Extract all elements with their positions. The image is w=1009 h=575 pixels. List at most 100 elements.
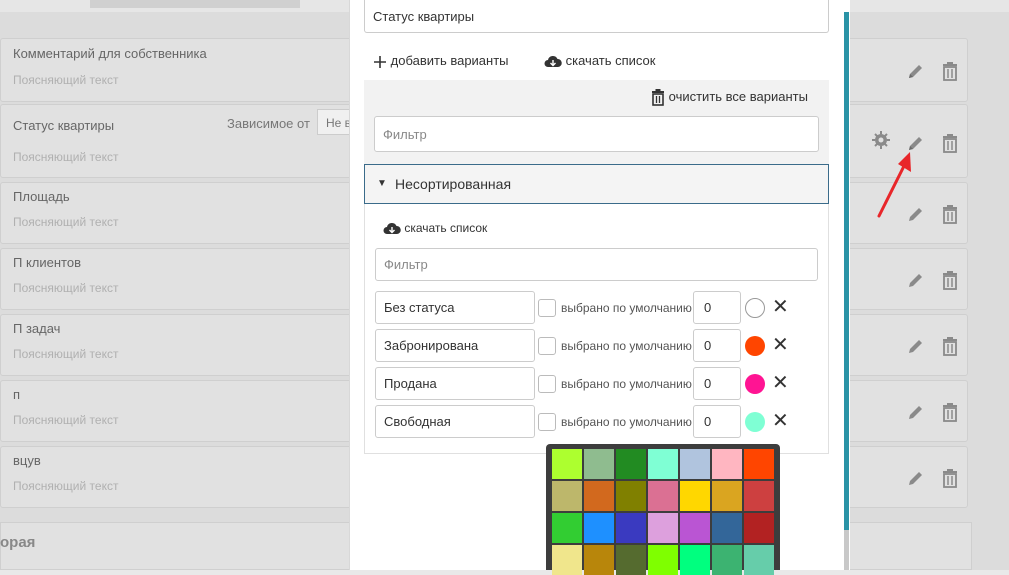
default-checkbox[interactable] xyxy=(538,375,556,393)
color-swatch[interactable] xyxy=(552,449,582,479)
default-checkbox[interactable] xyxy=(538,299,556,317)
add-variants-button[interactable]: добавить варианты xyxy=(373,53,509,69)
trash-icon[interactable] xyxy=(941,61,959,81)
color-swatch[interactable] xyxy=(552,481,582,511)
variants-filter-input[interactable] xyxy=(374,116,819,152)
trash-icon[interactable] xyxy=(941,133,959,153)
field-name: П задач xyxy=(13,321,61,336)
color-swatch[interactable] xyxy=(584,545,614,575)
option-label-input[interactable] xyxy=(375,405,535,438)
color-swatch[interactable] xyxy=(680,449,710,479)
option-order-input[interactable] xyxy=(693,329,741,362)
pencil-icon[interactable] xyxy=(906,468,926,488)
default-checkbox-label: выбрано по умолчанию xyxy=(561,301,692,315)
gear-icon[interactable] xyxy=(871,130,891,150)
color-picker-button[interactable] xyxy=(745,336,765,356)
color-swatch[interactable] xyxy=(744,545,774,575)
default-checkbox-label: выбрано по умолчанию xyxy=(561,339,692,353)
color-swatch[interactable] xyxy=(680,513,710,543)
field-hint: Поясняющий текст xyxy=(13,281,119,295)
trash-icon xyxy=(652,89,664,106)
field-hint: Поясняющий текст xyxy=(13,150,119,164)
color-swatch[interactable] xyxy=(584,481,614,511)
trash-icon[interactable] xyxy=(941,402,959,422)
color-swatch[interactable] xyxy=(680,545,710,575)
modal-scrollbar[interactable] xyxy=(844,12,849,530)
option-row: выбрано по умолчанию ✕ xyxy=(375,329,805,363)
field-hint: Поясняющий текст xyxy=(13,479,119,493)
close-icon[interactable]: ✕ xyxy=(772,411,789,431)
download-list-label: скачать список xyxy=(565,53,656,68)
color-swatch[interactable] xyxy=(744,449,774,479)
group-filter-input[interactable] xyxy=(375,248,818,281)
color-picker-button[interactable] xyxy=(745,412,765,432)
option-order-input[interactable] xyxy=(693,367,741,400)
default-checkbox[interactable] xyxy=(538,413,556,431)
field-name: Площадь xyxy=(13,189,70,204)
trash-icon[interactable] xyxy=(941,336,959,356)
color-swatch[interactable] xyxy=(680,481,710,511)
top-tab xyxy=(90,0,300,8)
option-label-input[interactable] xyxy=(375,329,535,362)
close-icon[interactable]: ✕ xyxy=(772,297,789,317)
trash-icon[interactable] xyxy=(941,270,959,290)
option-order-input[interactable] xyxy=(693,405,741,438)
color-swatch[interactable] xyxy=(616,513,646,543)
color-swatch[interactable] xyxy=(616,545,646,575)
option-label-input[interactable] xyxy=(375,291,535,324)
field-hint: Поясняющий текст xyxy=(13,347,119,361)
color-picker-button[interactable] xyxy=(745,298,765,318)
close-icon[interactable]: ✕ xyxy=(772,373,789,393)
clear-all-label: очистить все варианты xyxy=(668,89,808,104)
caret-down-icon: ▼ xyxy=(377,178,387,189)
default-checkbox[interactable] xyxy=(538,337,556,355)
field-hint: Поясняющий текст xyxy=(13,413,119,427)
color-swatch[interactable] xyxy=(744,481,774,511)
color-swatch[interactable] xyxy=(584,513,614,543)
option-order-input[interactable] xyxy=(693,291,741,324)
color-swatch[interactable] xyxy=(584,449,614,479)
option-row: выбрано по умолчанию ✕ xyxy=(375,367,805,401)
field-name: вцув xyxy=(13,453,41,468)
pencil-icon[interactable] xyxy=(906,270,926,290)
cloud-download-icon xyxy=(544,55,562,67)
trash-icon[interactable] xyxy=(941,204,959,224)
color-swatch[interactable] xyxy=(648,545,678,575)
color-swatch[interactable] xyxy=(552,513,582,543)
pencil-icon[interactable] xyxy=(906,61,926,81)
option-label-input[interactable] xyxy=(375,367,535,400)
dependent-label: Зависимое от xyxy=(227,116,310,131)
color-swatch[interactable] xyxy=(648,449,678,479)
clear-all-variants-button[interactable]: очистить все варианты xyxy=(651,89,808,106)
color-swatch[interactable] xyxy=(712,545,742,575)
option-row: выбрано по умолчанию ✕ xyxy=(375,291,805,325)
color-swatch[interactable] xyxy=(712,513,742,543)
pencil-icon[interactable] xyxy=(906,336,926,356)
color-picker-button[interactable] xyxy=(745,374,765,394)
color-swatch[interactable] xyxy=(616,449,646,479)
field-hint: Поясняющий текст xyxy=(13,215,119,229)
color-swatch[interactable] xyxy=(712,481,742,511)
group-title: Несортированная xyxy=(395,176,512,192)
field-name-input[interactable] xyxy=(364,0,829,33)
close-icon[interactable]: ✕ xyxy=(772,335,789,355)
section-title: орая xyxy=(0,534,36,551)
color-swatch[interactable] xyxy=(648,513,678,543)
pencil-icon[interactable] xyxy=(906,402,926,422)
color-swatch[interactable] xyxy=(744,513,774,543)
dependent-select[interactable]: Не в xyxy=(317,109,349,135)
plus-icon xyxy=(374,55,386,68)
default-checkbox-label: выбрано по умолчанию xyxy=(561,415,692,429)
trash-icon[interactable] xyxy=(941,468,959,488)
color-swatch[interactable] xyxy=(552,545,582,575)
download-list-button[interactable]: скачать список xyxy=(544,53,655,69)
field-name: п xyxy=(13,387,21,402)
color-swatch[interactable] xyxy=(712,449,742,479)
group-accordion-header[interactable]: ▼ Несортированная xyxy=(364,164,829,204)
add-variants-label: добавить варианты xyxy=(390,53,509,68)
field-hint: Поясняющий текст xyxy=(13,73,119,87)
color-swatch[interactable] xyxy=(648,481,678,511)
group-download-list-button[interactable]: скачать список xyxy=(383,221,487,236)
field-name: П клиентов xyxy=(13,255,81,270)
color-swatch[interactable] xyxy=(616,481,646,511)
